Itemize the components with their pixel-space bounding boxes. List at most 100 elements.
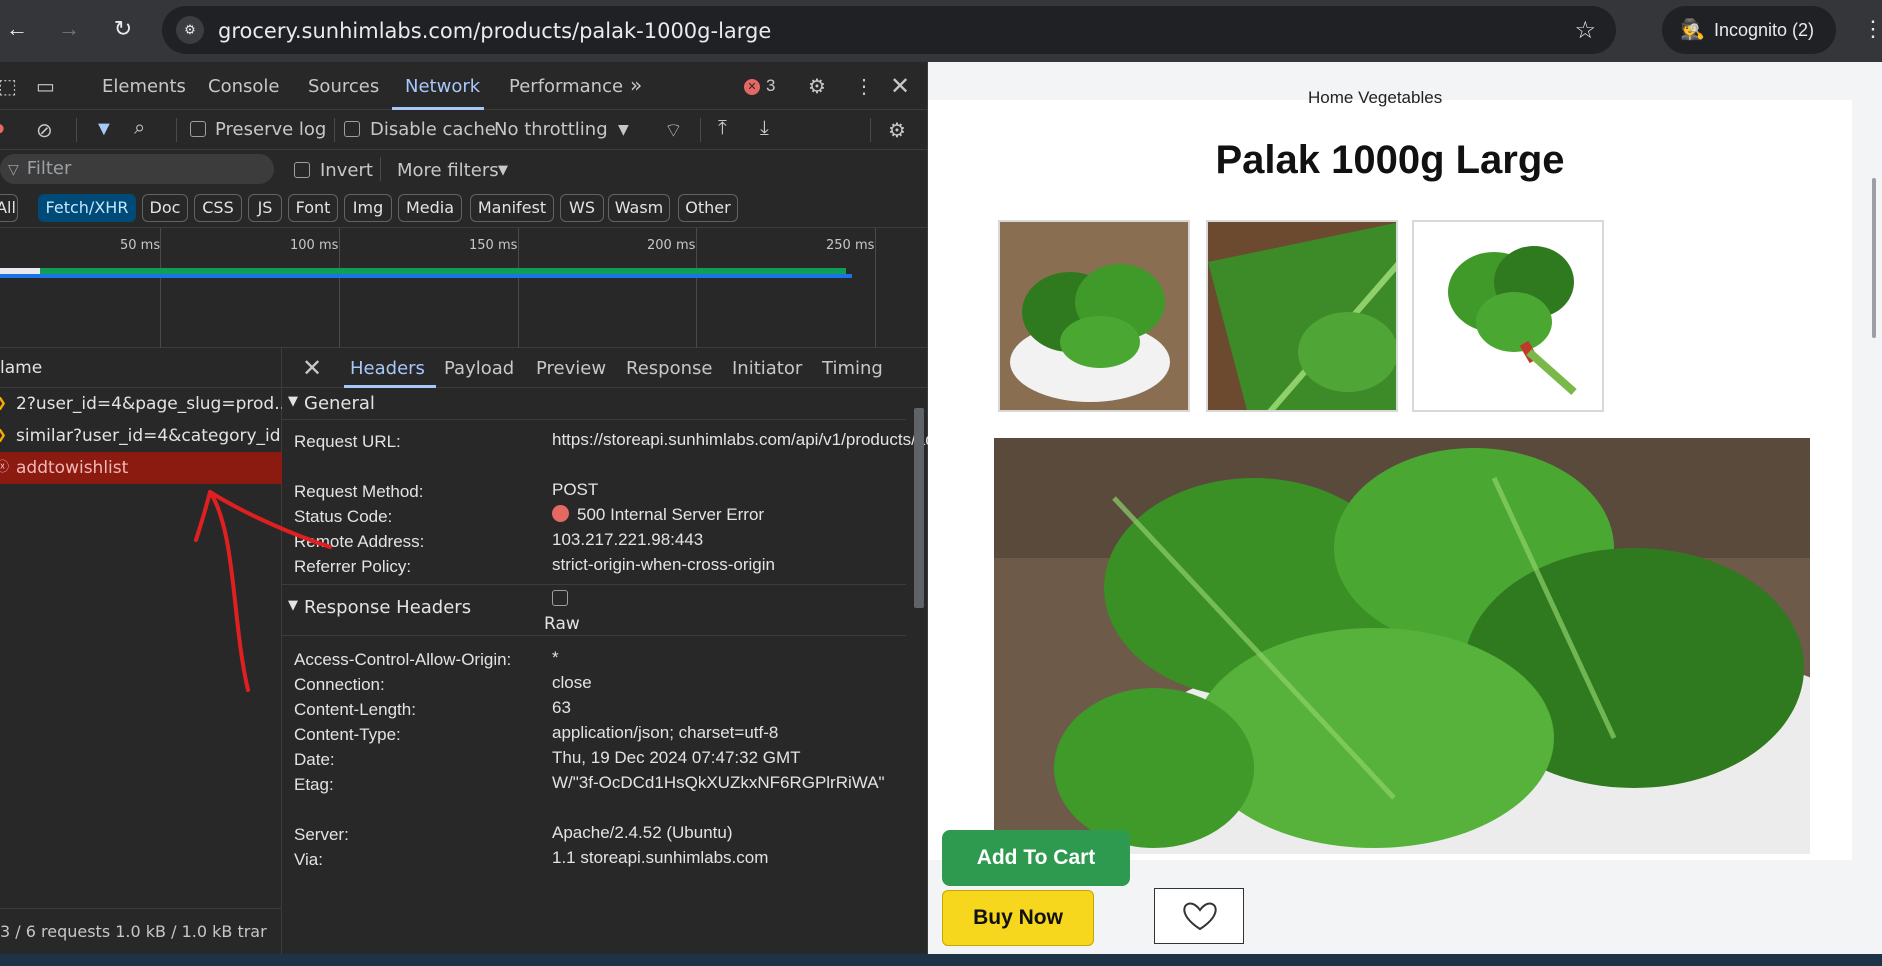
add-to-wishlist-button[interactable] bbox=[1154, 888, 1244, 944]
chip-ws[interactable]: WS bbox=[560, 194, 604, 222]
tab-network[interactable]: Network bbox=[405, 76, 480, 97]
general-section-header[interactable]: ▼ General bbox=[282, 388, 906, 420]
scroll-thumb[interactable] bbox=[914, 408, 924, 608]
close-devtools-icon[interactable]: ✕ bbox=[890, 72, 910, 101]
inspect-element-icon[interactable]: ⬚ bbox=[0, 74, 17, 99]
browser-menu-icon[interactable]: ⋮ bbox=[1862, 16, 1882, 42]
response-headers-section-header[interactable]: ▼ Response Headers Raw bbox=[282, 586, 906, 636]
spinach-large-image bbox=[994, 438, 1810, 854]
tab-preview[interactable]: Preview bbox=[536, 358, 606, 379]
tab-payload[interactable]: Payload bbox=[444, 358, 514, 379]
details-scrollbar[interactable] bbox=[910, 388, 928, 954]
chip-fetch-xhr[interactable]: Fetch/XHR bbox=[38, 194, 136, 222]
tab-performance[interactable]: Performance bbox=[509, 76, 623, 97]
breadcrumb[interactable]: Home Vegetables bbox=[1308, 88, 1442, 108]
chip-manifest[interactable]: Manifest bbox=[470, 194, 554, 222]
tick-label: 200 ms bbox=[647, 238, 696, 253]
preserve-log-checkbox[interactable] bbox=[190, 121, 206, 137]
export-har-icon[interactable]: ⤓ bbox=[760, 117, 769, 140]
error-count-badge[interactable]: ✕ 3 bbox=[744, 76, 775, 96]
chevron-down-icon[interactable]: ▼ bbox=[618, 122, 629, 138]
product-thumbnail[interactable] bbox=[998, 220, 1190, 412]
preserve-log-label: Preserve log bbox=[215, 119, 327, 140]
tab-timing[interactable]: Timing bbox=[822, 358, 883, 379]
filter-funnel-icon[interactable]: ▼ bbox=[94, 118, 114, 141]
forward-arrow-icon[interactable]: → bbox=[54, 14, 84, 44]
chevron-down-icon[interactable]: ▼ bbox=[498, 163, 508, 178]
chip-all[interactable]: All bbox=[0, 194, 18, 222]
tab-elements[interactable]: Elements bbox=[102, 76, 186, 97]
disable-cache-checkbox[interactable] bbox=[344, 121, 360, 137]
address-bar[interactable]: ⚙ grocery.sunhimlabs.com/products/palak-… bbox=[162, 6, 1616, 54]
header-key: Access-Control-Allow-Origin: bbox=[294, 650, 512, 669]
divider bbox=[176, 118, 177, 142]
network-toolbar: ⏺ ⊘ ▼ ⌕ Preserve log Disable cache No th… bbox=[0, 110, 928, 150]
invert-checkbox[interactable] bbox=[294, 162, 310, 178]
tab-initiator[interactable]: Initiator bbox=[732, 358, 802, 379]
section-title: Response Headers bbox=[304, 597, 472, 618]
more-filters-dropdown[interactable]: More filters bbox=[397, 160, 499, 181]
chip-css[interactable]: CSS bbox=[194, 194, 242, 222]
grid-line bbox=[518, 228, 519, 348]
header-key: Request Method: bbox=[294, 482, 424, 501]
header-value: strict-origin-when-cross-origin bbox=[552, 555, 775, 574]
request-details-panel: ✕ Headers Payload Preview Response Initi… bbox=[282, 348, 1013, 954]
throttling-select[interactable]: No throttling bbox=[494, 119, 608, 140]
tab-response[interactable]: Response bbox=[626, 358, 712, 379]
network-conditions-icon[interactable]: ⌔ bbox=[664, 118, 683, 143]
buy-now-button[interactable]: Buy Now bbox=[942, 890, 1094, 946]
chip-font[interactable]: Font bbox=[288, 194, 338, 222]
filter-input[interactable]: ▽ Filter bbox=[0, 154, 274, 184]
chip-wasm[interactable]: Wasm bbox=[608, 194, 670, 222]
error-icon: ⓧ bbox=[0, 460, 10, 475]
network-settings-icon[interactable]: ⚙ bbox=[888, 118, 906, 143]
chip-doc[interactable]: Doc bbox=[142, 194, 188, 222]
timeline-bar bbox=[0, 268, 40, 274]
invert-label: Invert bbox=[320, 160, 373, 181]
name-column-header[interactable]: lame bbox=[0, 348, 282, 388]
heart-icon bbox=[1183, 902, 1217, 931]
close-details-icon[interactable]: ✕ bbox=[302, 354, 322, 383]
request-row[interactable]: ❯ 2?user_id=4&page_slug=prod... bbox=[0, 388, 282, 420]
filter-row: ▽ Filter Invert More filters ▼ bbox=[0, 150, 928, 188]
chip-other[interactable]: Other bbox=[678, 194, 738, 222]
request-row-selected[interactable]: ⓧ addtowishlist bbox=[0, 452, 282, 484]
incognito-profile-button[interactable]: 🕵 Incognito (2) bbox=[1662, 6, 1836, 54]
product-thumbnail[interactable] bbox=[1412, 220, 1604, 412]
chip-img[interactable]: Img bbox=[344, 194, 392, 222]
product-thumbnail[interactable] bbox=[1206, 220, 1398, 412]
request-name: addtowishlist bbox=[16, 458, 129, 478]
record-stop-icon[interactable]: ⏺ bbox=[0, 118, 4, 141]
import-har-icon[interactable]: ⤒ bbox=[718, 117, 727, 140]
more-tabs-icon[interactable]: » bbox=[630, 73, 642, 97]
add-to-cart-button[interactable]: Add To Cart bbox=[942, 830, 1130, 886]
bookmark-star-icon[interactable]: ☆ bbox=[1574, 16, 1596, 45]
resource-type-filters: All Fetch/XHR Doc CSS JS Font Img Media … bbox=[0, 188, 928, 228]
chip-js[interactable]: JS bbox=[248, 194, 282, 222]
settings-gear-icon[interactable]: ⚙ bbox=[808, 74, 826, 99]
incognito-icon: 🕵 bbox=[1680, 19, 1705, 41]
page-scrollbar-thumb[interactable] bbox=[1872, 178, 1876, 338]
filter-placeholder: Filter bbox=[26, 158, 72, 179]
search-icon[interactable]: ⌕ bbox=[134, 117, 145, 140]
device-toolbar-icon[interactable]: ▭ bbox=[36, 74, 55, 99]
request-row[interactable]: ❯ similar?user_id=4&category_id... bbox=[0, 420, 282, 452]
tab-headers[interactable]: Headers bbox=[350, 358, 425, 379]
tab-sources[interactable]: Sources bbox=[308, 76, 379, 97]
site-info-icon[interactable]: ⚙ bbox=[176, 16, 204, 44]
devtools-menu-icon[interactable]: ⋮ bbox=[854, 74, 874, 99]
clear-icon[interactable]: ⊘ bbox=[36, 118, 53, 143]
url-text[interactable]: grocery.sunhimlabs.com/products/palak-10… bbox=[218, 19, 771, 43]
timeline-bar bbox=[0, 274, 852, 278]
back-arrow-icon[interactable]: ← bbox=[2, 14, 32, 44]
product-main-image[interactable] bbox=[994, 438, 1810, 854]
reload-icon[interactable]: ↻ bbox=[108, 14, 138, 44]
header-key: Content-Type: bbox=[294, 725, 401, 744]
header-key: Request URL: bbox=[294, 432, 401, 451]
header-key: Etag: bbox=[294, 775, 334, 794]
browser-toolbar: ← → ↻ ⚙ grocery.sunhimlabs.com/products/… bbox=[0, 0, 1882, 62]
chip-media[interactable]: Media bbox=[398, 194, 462, 222]
network-overview-timeline[interactable]: 50 ms 100 ms 150 ms 200 ms 250 ms bbox=[0, 228, 928, 348]
tab-console[interactable]: Console bbox=[208, 76, 279, 97]
raw-checkbox[interactable] bbox=[552, 590, 568, 606]
